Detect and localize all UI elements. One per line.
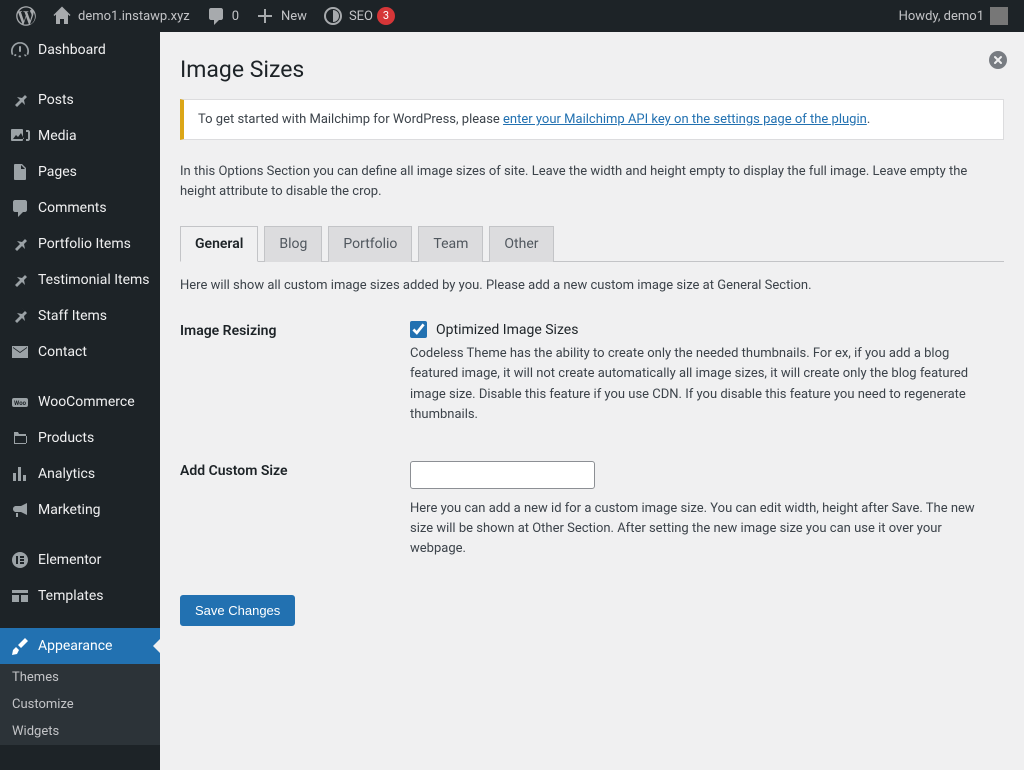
tab-blog[interactable]: Blog <box>264 226 322 262</box>
megaphone-icon <box>10 500 30 520</box>
tab-note: Here will show all custom image sizes ad… <box>180 278 1004 293</box>
tab-general[interactable]: General <box>180 226 258 262</box>
sidebar-item-label: Dashboard <box>38 42 106 58</box>
dashboard-icon <box>10 40 30 60</box>
optimized-checkbox-label[interactable]: Optimized Image Sizes <box>410 321 980 338</box>
sidebar-item-dashboard[interactable]: Dashboard <box>0 32 160 68</box>
admin-menu: Dashboard Posts Media Pages Comments Por… <box>0 32 160 770</box>
sidebar-item-label: Media <box>38 128 77 144</box>
submenu-customize[interactable]: Customize <box>0 691 160 718</box>
wordpress-icon <box>16 6 36 26</box>
wp-logo[interactable] <box>8 0 44 32</box>
sidebar-item-label: Staff Items <box>38 308 107 324</box>
sidebar-item-label: Templates <box>38 588 104 604</box>
sidebar-item-label: Contact <box>38 344 87 360</box>
user-greeting[interactable]: Howdy, demo1 <box>891 0 1016 32</box>
image-resizing-label: Image Resizing <box>180 321 410 425</box>
comments-icon <box>10 198 30 218</box>
seo-label: SEO <box>349 9 373 24</box>
image-resizing-desc: Codeless Theme has the ability to create… <box>410 344 980 425</box>
sidebar-item-label: Posts <box>38 92 74 108</box>
pin-icon <box>10 90 30 110</box>
custom-size-input[interactable] <box>410 461 595 489</box>
templates-icon <box>10 586 30 606</box>
tab-team[interactable]: Team <box>418 226 483 262</box>
comment-icon <box>206 6 226 26</box>
avatar <box>990 7 1008 25</box>
sidebar-item-staff[interactable]: Staff Items <box>0 298 160 334</box>
greeting-text: Howdy, demo1 <box>899 9 984 24</box>
mail-icon <box>10 342 30 362</box>
optimized-checkbox-text: Optimized Image Sizes <box>436 322 578 338</box>
sidebar-item-label: Elementor <box>38 552 101 568</box>
mailchimp-notice: To get started with Mailchimp for WordPr… <box>180 99 1004 140</box>
sidebar-item-label: Marketing <box>38 502 101 518</box>
sidebar-item-elementor[interactable]: Elementor <box>0 542 160 578</box>
sidebar-item-label: Products <box>38 430 94 446</box>
brush-icon <box>10 636 30 656</box>
sidebar-item-label: Appearance <box>38 638 112 654</box>
page-title: Image Sizes <box>180 32 1004 93</box>
comments-count: 0 <box>232 9 239 24</box>
notice-link[interactable]: enter your Mailchimp API key on the sett… <box>503 112 867 127</box>
sidebar-item-label: Comments <box>38 200 107 216</box>
plus-icon <box>255 6 275 26</box>
sidebar-item-marketing[interactable]: Marketing <box>0 492 160 528</box>
elementor-icon <box>10 550 30 570</box>
close-icon[interactable] <box>988 50 1008 70</box>
media-icon <box>10 126 30 146</box>
appearance-submenu: Themes Customize Widgets <box>0 664 160 745</box>
sidebar-item-label: WooCommerce <box>38 394 135 410</box>
seo-icon <box>323 6 343 26</box>
seo-count-badge: 3 <box>377 7 395 25</box>
woo-icon: Woo <box>10 392 30 412</box>
sidebar-item-comments[interactable]: Comments <box>0 190 160 226</box>
sidebar-item-products[interactable]: Products <box>0 420 160 456</box>
product-icon <box>10 428 30 448</box>
seo-link[interactable]: SEO 3 <box>315 0 403 32</box>
submenu-themes[interactable]: Themes <box>0 664 160 691</box>
sidebar-item-pages[interactable]: Pages <box>0 154 160 190</box>
sidebar-item-templates[interactable]: Templates <box>0 578 160 614</box>
notice-text-suffix: . <box>867 112 870 127</box>
sidebar-item-portfolio[interactable]: Portfolio Items <box>0 226 160 262</box>
pin-icon <box>10 270 30 290</box>
sidebar-item-label: Analytics <box>38 466 95 482</box>
site-name: demo1.instawp.xyz <box>78 9 190 24</box>
site-name-link[interactable]: demo1.instawp.xyz <box>44 0 198 32</box>
sidebar-item-contact[interactable]: Contact <box>0 334 160 370</box>
custom-size-desc: Here you can add a new id for a custom i… <box>410 499 980 559</box>
sidebar-item-analytics[interactable]: Analytics <box>0 456 160 492</box>
custom-size-label: Add Custom Size <box>180 461 410 559</box>
save-button[interactable]: Save Changes <box>180 595 295 626</box>
sidebar-item-label: Pages <box>38 164 77 180</box>
tab-bar: General Blog Portfolio Team Other <box>180 226 1004 262</box>
sidebar-item-label: Testimonial Items <box>38 272 150 288</box>
tab-other[interactable]: Other <box>489 226 553 262</box>
sidebar-item-testimonial[interactable]: Testimonial Items <box>0 262 160 298</box>
comments-link[interactable]: 0 <box>198 0 247 32</box>
sidebar-item-woocommerce[interactable]: Woo WooCommerce <box>0 384 160 420</box>
tab-portfolio[interactable]: Portfolio <box>328 226 412 262</box>
sidebar-item-appearance[interactable]: Appearance <box>0 628 160 664</box>
new-label: New <box>281 9 307 24</box>
pin-icon <box>10 306 30 326</box>
sidebar-item-posts[interactable]: Posts <box>0 82 160 118</box>
page-icon <box>10 162 30 182</box>
submenu-widgets[interactable]: Widgets <box>0 718 160 745</box>
notice-text-prefix: To get started with Mailchimp for WordPr… <box>198 112 503 127</box>
sidebar-item-label: Portfolio Items <box>38 236 131 252</box>
optimized-checkbox[interactable] <box>410 321 427 338</box>
new-content-link[interactable]: New <box>247 0 315 32</box>
chart-icon <box>10 464 30 484</box>
section-intro: In this Options Section you can define a… <box>180 162 1004 202</box>
pin-icon <box>10 234 30 254</box>
sidebar-item-media[interactable]: Media <box>0 118 160 154</box>
svg-text:Woo: Woo <box>14 400 27 407</box>
home-icon <box>52 6 72 26</box>
